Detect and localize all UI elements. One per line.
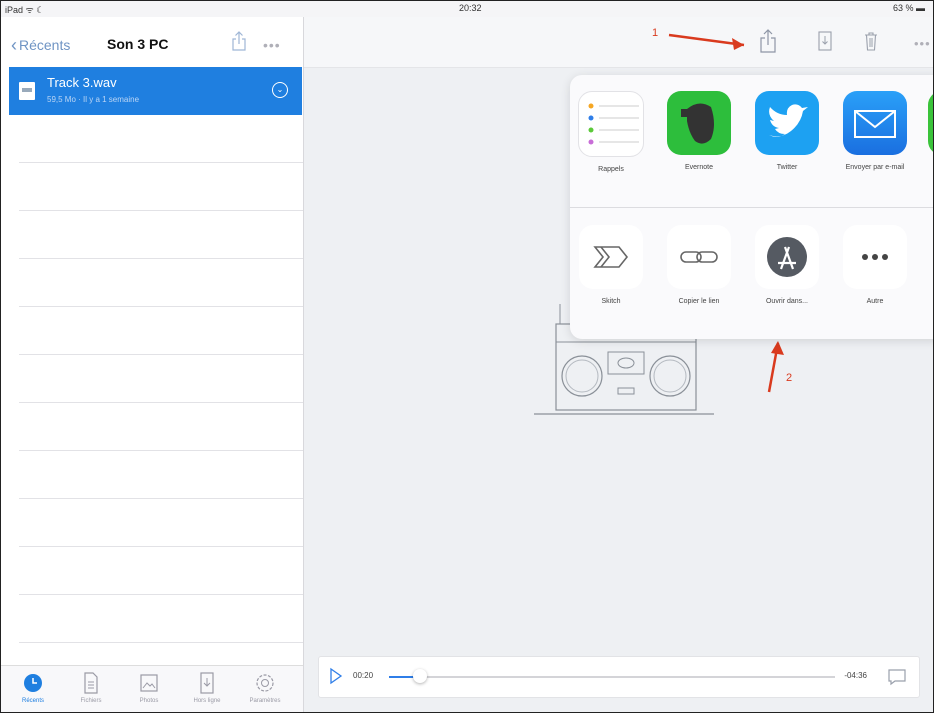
row-divider [19,258,303,259]
document-icon [84,672,98,694]
row-divider [19,498,303,499]
tab-label: Fichiers [80,698,102,704]
more-icon[interactable]: ••• [263,37,281,53]
audio-file-icon [19,82,35,100]
back-button[interactable]: ‹ Récents [11,35,70,56]
sheet-divider [570,207,933,208]
row-divider [19,210,303,211]
share-action-more[interactable]: Autre [838,225,912,306]
chevron-left-icon: ‹ [11,35,17,55]
row-divider [19,306,303,307]
status-battery: 63 % ▬ [892,3,925,13]
row-divider [19,162,303,163]
comment-icon[interactable] [887,668,907,686]
mail-icon [843,91,907,155]
reminders-icon [578,91,644,157]
audio-player: 00:20 -04:36 [318,656,920,698]
share-label: Autre [866,298,884,305]
row-divider [19,354,303,355]
share-app-mail[interactable]: Envoyer par e-mail [838,91,912,172]
file-list-pane: ‹ Récents Son 3 PC ••• Track 3.wav 59,5 M… [1,17,304,712]
share-label: Envoyer par e-mail [845,164,905,171]
clock-icon [24,674,42,692]
share-app-reminders[interactable]: Rappels [574,91,648,174]
annotation-label-2: 2 [786,372,793,384]
seek-thumb[interactable] [413,669,428,683]
share-label: Copier le lien [678,298,720,305]
status-carrier: iPad ᯤ ☾ [5,5,45,15]
more-icon [843,225,907,289]
chevron-down-circle-icon[interactable]: ⌄ [272,82,288,98]
tab-label: Récents [21,698,44,704]
status-bar: iPad ᯤ ☾ 20:32 63 % ▬ [1,1,933,17]
tab-photos[interactable]: Photos [123,670,175,704]
photo-icon [140,674,158,692]
back-label: Récents [19,37,71,53]
share-label: Evernote [684,164,714,171]
skitch-icon [579,225,643,289]
share-app-evernote[interactable]: Evernote [662,91,736,172]
share-label: Twitter [776,164,798,171]
tab-label: Paramètres [249,698,281,704]
tab-recents[interactable]: Récents [7,670,59,704]
download-icon [200,672,214,694]
file-meta: 59,5 Mo · Il y a 1 semaine [47,95,140,104]
annotation-label-1: 1 [652,27,659,39]
tab-settings[interactable]: Paramètres [239,670,291,704]
tab-files[interactable]: Fichiers [65,670,117,704]
row-divider [19,546,303,547]
tab-label: Hors ligne [193,698,221,704]
play-icon[interactable] [329,667,343,685]
left-nav-bar: ‹ Récents Son 3 PC ••• [1,17,303,67]
share-label: Skitch [601,298,621,305]
tab-label: Photos [139,698,159,704]
row-divider [19,642,303,643]
tab-bar: Récents Fichiers Photos Hors ligne Param… [1,665,303,712]
folder-title: Son 3 PC [107,36,169,52]
share-action-skitch[interactable]: Skitch [574,225,648,306]
share-sheet: Rappels Evernote Twitter Envoyer par e-m… [570,75,933,339]
gear-icon [256,674,274,692]
ipad-screen: iPad ᯤ ☾ 20:32 63 % ▬ ‹ Récents Son 3 PC … [0,0,934,713]
tab-offline[interactable]: Hors ligne [181,670,233,704]
share-icon[interactable] [231,31,247,51]
status-time: 20:32 [459,3,482,13]
row-divider [19,594,303,595]
file-name: Track 3.wav [47,75,117,90]
file-row-selected[interactable]: Track 3.wav 59,5 Mo · Il y a 1 semaine ⌄ [9,67,302,115]
evernote-icon [667,91,731,155]
row-divider [19,450,303,451]
share-app-twitter[interactable]: Twitter [750,91,824,172]
app-store-icon [755,225,819,289]
preview-pane: ••• 1 2 Rappels Evernote Twitter Envoyer… [304,17,933,712]
twitter-icon [755,91,819,155]
elapsed-time: 00:20 [353,671,374,680]
remaining-time: -04:36 [844,671,867,680]
share-label: Rappels [598,166,624,173]
link-icon [667,225,731,289]
seek-slider[interactable] [389,669,835,683]
row-divider [19,402,303,403]
share-label: Ouvrir dans... [765,298,808,305]
share-action-open-in[interactable]: Ouvrir dans... [750,225,824,306]
share-app-partial[interactable] [928,91,933,155]
share-action-copy-link[interactable]: Copier le lien [662,225,736,306]
